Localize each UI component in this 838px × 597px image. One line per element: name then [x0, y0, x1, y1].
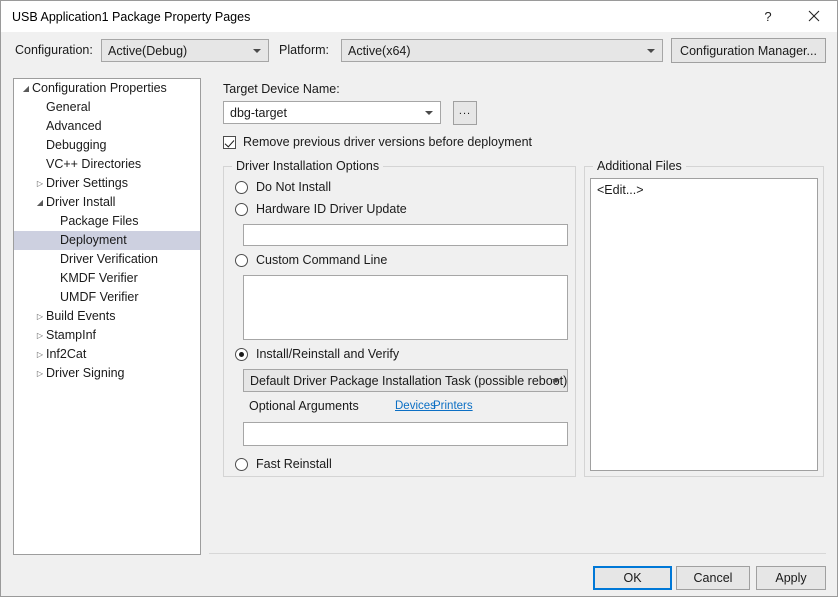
- browse-target-device-button[interactable]: ...: [453, 101, 477, 125]
- cancel-button[interactable]: Cancel: [676, 566, 750, 590]
- installation-task-value: Default Driver Package Installation Task…: [250, 374, 567, 388]
- radio-do-not-install[interactable]: Do Not Install: [235, 180, 331, 194]
- optional-arguments-label: Optional Arguments: [249, 399, 359, 413]
- radio-fast-reinstall[interactable]: Fast Reinstall: [235, 457, 332, 471]
- radio-custom-command-label: Custom Command Line: [256, 253, 387, 267]
- custom-command-line-input[interactable]: [243, 275, 568, 340]
- target-device-name-value: dbg-target: [230, 106, 287, 120]
- radio-fast-reinstall-label: Fast Reinstall: [256, 457, 332, 471]
- installation-task-dropdown[interactable]: Default Driver Package Installation Task…: [243, 369, 568, 392]
- apply-button[interactable]: Apply: [756, 566, 826, 590]
- remove-previous-versions-label: Remove previous driver versions before d…: [243, 135, 532, 149]
- checkbox-icon: [223, 136, 236, 149]
- deployment-page: Target Device Name: dbg-target ... Remov…: [1, 1, 837, 596]
- chevron-down-icon: [552, 379, 560, 383]
- additional-files-list[interactable]: <Edit...>: [590, 178, 818, 471]
- driver-installation-options-title: Driver Installation Options: [232, 159, 383, 173]
- radio-hardware-id-driver-update[interactable]: Hardware ID Driver Update: [235, 202, 407, 216]
- footer-divider: [209, 553, 826, 554]
- radio-hardware-id-label: Hardware ID Driver Update: [256, 202, 407, 216]
- property-pages-dialog: USB Application1 Package Property Pages …: [0, 0, 838, 597]
- radio-icon: [235, 181, 248, 194]
- radio-icon: [235, 458, 248, 471]
- printers-link[interactable]: Printers: [433, 400, 473, 412]
- additional-files-title: Additional Files: [593, 159, 686, 173]
- radio-custom-command-line[interactable]: Custom Command Line: [235, 253, 387, 267]
- optional-arguments-input[interactable]: [243, 422, 568, 446]
- chevron-down-icon: [425, 111, 433, 115]
- radio-icon: [235, 254, 248, 267]
- radio-install-reinstall-label: Install/Reinstall and Verify: [256, 347, 399, 361]
- target-device-name-dropdown[interactable]: dbg-target: [223, 101, 441, 124]
- remove-previous-versions-checkbox[interactable]: Remove previous driver versions before d…: [223, 135, 532, 149]
- radio-icon-selected: [235, 348, 248, 361]
- devices-link[interactable]: Devices: [395, 400, 436, 412]
- radio-install-reinstall-and-verify[interactable]: Install/Reinstall and Verify: [235, 347, 399, 361]
- ok-button[interactable]: OK: [593, 566, 672, 590]
- radio-icon: [235, 203, 248, 216]
- target-device-name-label: Target Device Name:: [223, 82, 340, 96]
- hardware-id-input[interactable]: [243, 224, 568, 246]
- radio-do-not-install-label: Do Not Install: [256, 180, 331, 194]
- additional-files-item[interactable]: <Edit...>: [591, 182, 817, 198]
